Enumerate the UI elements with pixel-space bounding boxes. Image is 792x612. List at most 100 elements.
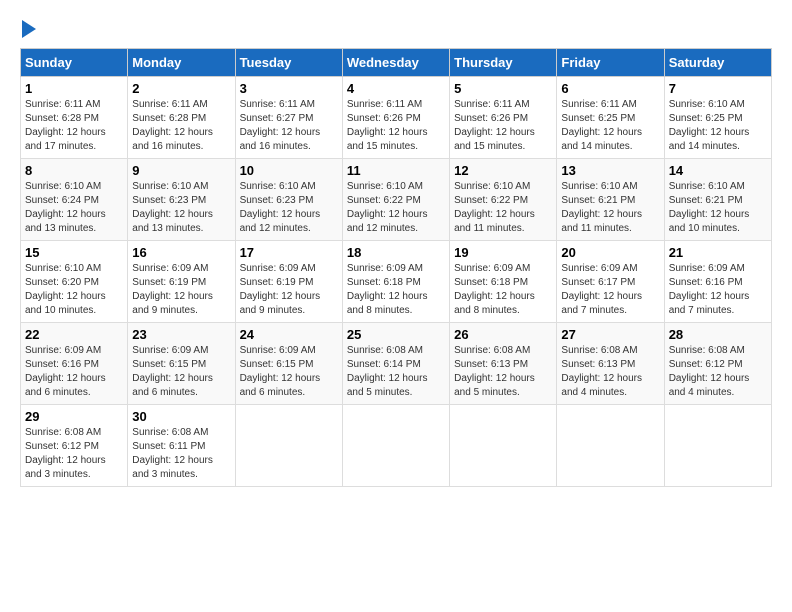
day-number: 2 bbox=[132, 81, 230, 96]
week-row-1: 1 Sunrise: 6:11 AMSunset: 6:28 PMDaylight… bbox=[21, 77, 772, 159]
day-info: Sunrise: 6:09 AMSunset: 6:15 PMDaylight:… bbox=[132, 344, 230, 400]
day-info: Sunrise: 6:11 AMSunset: 6:28 PMDaylight:… bbox=[132, 98, 230, 154]
day-info: Sunrise: 6:11 AMSunset: 6:26 PMDaylight:… bbox=[454, 98, 552, 154]
day-info: Sunrise: 6:09 AMSunset: 6:19 PMDaylight:… bbox=[240, 262, 338, 318]
day-number: 26 bbox=[454, 327, 552, 342]
day-cell: 28 Sunrise: 6:08 AMSunset: 6:12 PMDayligh… bbox=[664, 323, 771, 405]
day-info: Sunrise: 6:08 AMSunset: 6:12 PMDaylight:… bbox=[669, 344, 767, 400]
day-info: Sunrise: 6:08 AMSunset: 6:13 PMDaylight:… bbox=[454, 344, 552, 400]
day-info: Sunrise: 6:09 AMSunset: 6:16 PMDaylight:… bbox=[669, 262, 767, 318]
day-info: Sunrise: 6:10 AMSunset: 6:21 PMDaylight:… bbox=[669, 180, 767, 236]
day-cell: 20 Sunrise: 6:09 AMSunset: 6:17 PMDayligh… bbox=[557, 241, 664, 323]
day-info: Sunrise: 6:11 AMSunset: 6:27 PMDaylight:… bbox=[240, 98, 338, 154]
day-cell bbox=[664, 405, 771, 487]
day-info: Sunrise: 6:10 AMSunset: 6:21 PMDaylight:… bbox=[561, 180, 659, 236]
day-number: 30 bbox=[132, 409, 230, 424]
day-cell: 14 Sunrise: 6:10 AMSunset: 6:21 PMDayligh… bbox=[664, 159, 771, 241]
day-cell: 18 Sunrise: 6:09 AMSunset: 6:18 PMDayligh… bbox=[342, 241, 449, 323]
day-info: Sunrise: 6:09 AMSunset: 6:15 PMDaylight:… bbox=[240, 344, 338, 400]
header-row: Sunday Monday Tuesday Wednesday Thursday… bbox=[21, 49, 772, 77]
day-cell: 26 Sunrise: 6:08 AMSunset: 6:13 PMDayligh… bbox=[450, 323, 557, 405]
day-cell bbox=[342, 405, 449, 487]
day-info: Sunrise: 6:09 AMSunset: 6:18 PMDaylight:… bbox=[347, 262, 445, 318]
day-cell: 1 Sunrise: 6:11 AMSunset: 6:28 PMDaylight… bbox=[21, 77, 128, 159]
day-number: 11 bbox=[347, 163, 445, 178]
calendar-table: Sunday Monday Tuesday Wednesday Thursday… bbox=[20, 48, 772, 487]
day-cell: 7 Sunrise: 6:10 AMSunset: 6:25 PMDaylight… bbox=[664, 77, 771, 159]
day-number: 4 bbox=[347, 81, 445, 96]
day-cell: 21 Sunrise: 6:09 AMSunset: 6:16 PMDayligh… bbox=[664, 241, 771, 323]
header bbox=[20, 20, 772, 38]
col-friday: Friday bbox=[557, 49, 664, 77]
day-number: 13 bbox=[561, 163, 659, 178]
day-number: 29 bbox=[25, 409, 123, 424]
day-number: 27 bbox=[561, 327, 659, 342]
day-cell: 16 Sunrise: 6:09 AMSunset: 6:19 PMDayligh… bbox=[128, 241, 235, 323]
day-info: Sunrise: 6:08 AMSunset: 6:14 PMDaylight:… bbox=[347, 344, 445, 400]
day-cell: 29 Sunrise: 6:08 AMSunset: 6:12 PMDayligh… bbox=[21, 405, 128, 487]
day-cell: 24 Sunrise: 6:09 AMSunset: 6:15 PMDayligh… bbox=[235, 323, 342, 405]
day-number: 1 bbox=[25, 81, 123, 96]
day-cell: 5 Sunrise: 6:11 AMSunset: 6:26 PMDaylight… bbox=[450, 77, 557, 159]
day-info: Sunrise: 6:10 AMSunset: 6:20 PMDaylight:… bbox=[25, 262, 123, 318]
col-saturday: Saturday bbox=[664, 49, 771, 77]
day-info: Sunrise: 6:09 AMSunset: 6:17 PMDaylight:… bbox=[561, 262, 659, 318]
logo-arrow-icon bbox=[22, 20, 36, 38]
day-number: 20 bbox=[561, 245, 659, 260]
day-number: 6 bbox=[561, 81, 659, 96]
day-info: Sunrise: 6:08 AMSunset: 6:11 PMDaylight:… bbox=[132, 426, 230, 482]
day-number: 9 bbox=[132, 163, 230, 178]
day-number: 3 bbox=[240, 81, 338, 96]
day-info: Sunrise: 6:11 AMSunset: 6:25 PMDaylight:… bbox=[561, 98, 659, 154]
day-number: 28 bbox=[669, 327, 767, 342]
day-cell: 17Sunrise: 6:09 AMSunset: 6:19 PMDayligh… bbox=[235, 241, 342, 323]
day-cell: 10Sunrise: 6:10 AMSunset: 6:23 PMDayligh… bbox=[235, 159, 342, 241]
day-info: Sunrise: 6:10 AMSunset: 6:24 PMDaylight:… bbox=[25, 180, 123, 236]
day-cell: 12Sunrise: 6:10 AMSunset: 6:22 PMDayligh… bbox=[450, 159, 557, 241]
day-cell: 8 Sunrise: 6:10 AMSunset: 6:24 PMDaylight… bbox=[21, 159, 128, 241]
day-number: 19 bbox=[454, 245, 552, 260]
day-cell: 22 Sunrise: 6:09 AMSunset: 6:16 PMDayligh… bbox=[21, 323, 128, 405]
day-number: 18 bbox=[347, 245, 445, 260]
day-cell: 9 Sunrise: 6:10 AMSunset: 6:23 PMDaylight… bbox=[128, 159, 235, 241]
day-cell: 2 Sunrise: 6:11 AMSunset: 6:28 PMDaylight… bbox=[128, 77, 235, 159]
week-row-5: 29 Sunrise: 6:08 AMSunset: 6:12 PMDayligh… bbox=[21, 405, 772, 487]
day-number: 24 bbox=[240, 327, 338, 342]
day-info: Sunrise: 6:10 AMSunset: 6:25 PMDaylight:… bbox=[669, 98, 767, 154]
day-info: Sunrise: 6:09 AMSunset: 6:16 PMDaylight:… bbox=[25, 344, 123, 400]
day-cell: 19 Sunrise: 6:09 AMSunset: 6:18 PMDayligh… bbox=[450, 241, 557, 323]
day-info: Sunrise: 6:10 AMSunset: 6:22 PMDaylight:… bbox=[347, 180, 445, 236]
day-number: 10 bbox=[240, 163, 338, 178]
col-sunday: Sunday bbox=[21, 49, 128, 77]
day-info: Sunrise: 6:10 AMSunset: 6:23 PMDaylight:… bbox=[132, 180, 230, 236]
day-cell: 3 Sunrise: 6:11 AMSunset: 6:27 PMDaylight… bbox=[235, 77, 342, 159]
day-number: 12 bbox=[454, 163, 552, 178]
day-number: 25 bbox=[347, 327, 445, 342]
day-number: 8 bbox=[25, 163, 123, 178]
day-number: 16 bbox=[132, 245, 230, 260]
day-cell: 13 Sunrise: 6:10 AMSunset: 6:21 PMDayligh… bbox=[557, 159, 664, 241]
day-number: 14 bbox=[669, 163, 767, 178]
day-cell bbox=[235, 405, 342, 487]
day-info: Sunrise: 6:09 AMSunset: 6:19 PMDaylight:… bbox=[132, 262, 230, 318]
day-number: 15 bbox=[25, 245, 123, 260]
day-cell: 4Sunrise: 6:11 AMSunset: 6:26 PMDaylight… bbox=[342, 77, 449, 159]
day-info: Sunrise: 6:11 AMSunset: 6:28 PMDaylight:… bbox=[25, 98, 123, 154]
day-cell: 25 Sunrise: 6:08 AMSunset: 6:14 PMDayligh… bbox=[342, 323, 449, 405]
col-monday: Monday bbox=[128, 49, 235, 77]
day-number: 5 bbox=[454, 81, 552, 96]
day-number: 21 bbox=[669, 245, 767, 260]
col-tuesday: Tuesday bbox=[235, 49, 342, 77]
day-cell: 6 Sunrise: 6:11 AMSunset: 6:25 PMDaylight… bbox=[557, 77, 664, 159]
day-cell: 27Sunrise: 6:08 AMSunset: 6:13 PMDayligh… bbox=[557, 323, 664, 405]
col-thursday: Thursday bbox=[450, 49, 557, 77]
day-number: 22 bbox=[25, 327, 123, 342]
day-number: 23 bbox=[132, 327, 230, 342]
day-info: Sunrise: 6:09 AMSunset: 6:18 PMDaylight:… bbox=[454, 262, 552, 318]
week-row-3: 15 Sunrise: 6:10 AMSunset: 6:20 PMDayligh… bbox=[21, 241, 772, 323]
day-info: Sunrise: 6:08 AMSunset: 6:12 PMDaylight:… bbox=[25, 426, 123, 482]
day-number: 7 bbox=[669, 81, 767, 96]
day-cell bbox=[450, 405, 557, 487]
day-cell: 11 Sunrise: 6:10 AMSunset: 6:22 PMDayligh… bbox=[342, 159, 449, 241]
day-cell bbox=[557, 405, 664, 487]
